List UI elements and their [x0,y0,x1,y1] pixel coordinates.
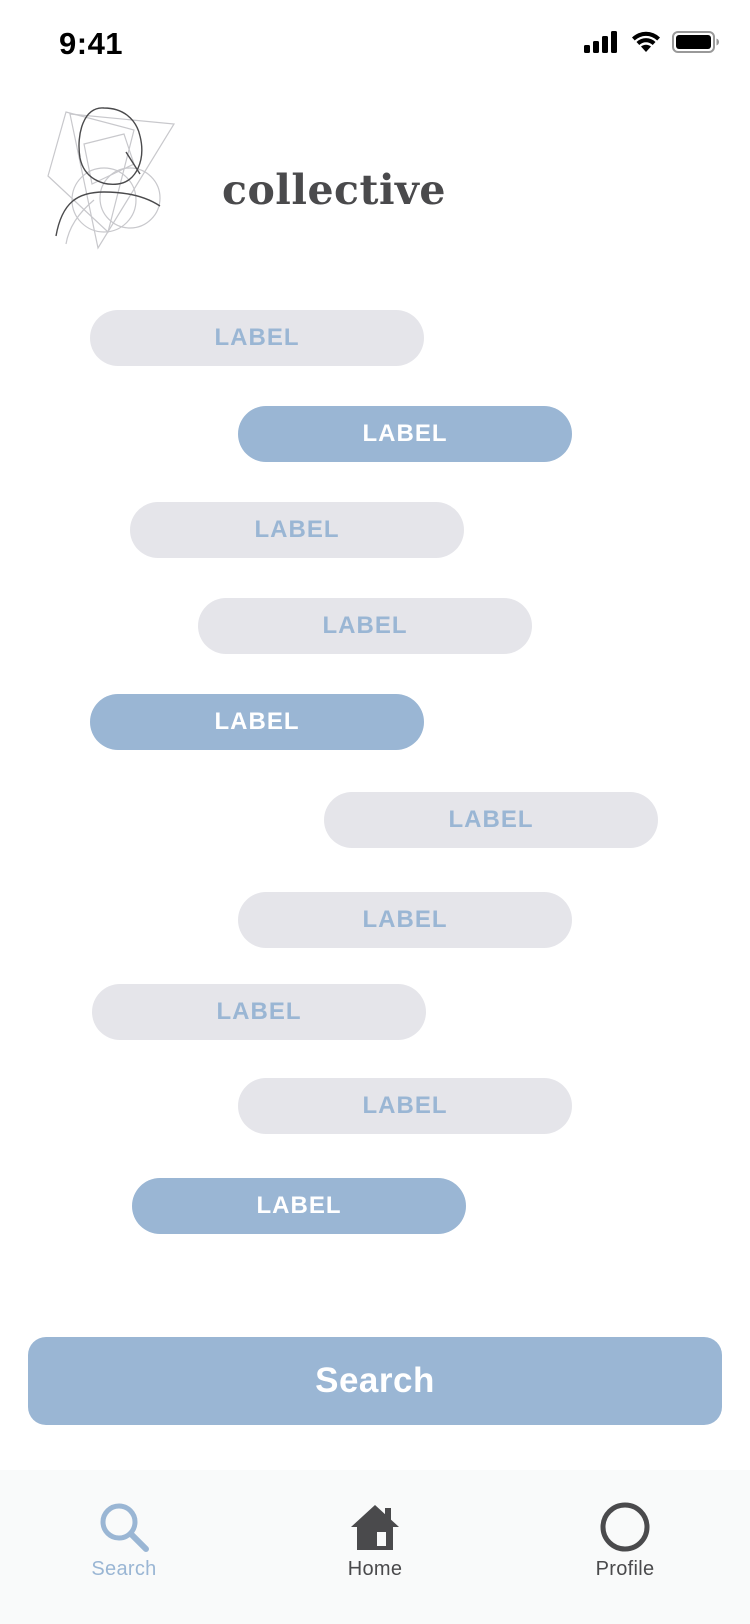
search-button[interactable]: Search [28,1337,722,1425]
status-time: 9:41 [59,26,124,61]
profile-icon [597,1500,653,1554]
logo-sketch-icon [47,107,176,250]
tag-pill[interactable]: LABEL [90,694,424,750]
tab-label: Search [91,1558,157,1580]
search-icon [96,1500,152,1554]
tag-pill[interactable]: LABEL [238,892,572,948]
brand-title: collective [222,166,446,214]
tag-pill[interactable]: LABEL [238,1078,572,1134]
tab-profile[interactable]: Profile [545,1500,705,1581]
tag-pill[interactable]: LABEL [238,406,572,462]
cellular-signal-icon [584,31,617,53]
tag-pill[interactable]: LABEL [198,598,532,654]
tag-pill[interactable]: LABEL [130,502,464,558]
tab-label: Home [347,1558,403,1580]
tag-pill[interactable]: LABEL [324,792,658,848]
status-bar: 9:41 [0,0,750,90]
battery-icon [672,31,719,53]
tab-home[interactable]: Home [295,1500,455,1581]
tag-pill[interactable]: LABEL [90,310,424,366]
tag-pill[interactable]: LABEL [92,984,426,1040]
home-icon [347,1500,403,1554]
wifi-icon [632,31,660,52]
tag-pill[interactable]: LABEL [132,1178,466,1234]
status-icons [584,30,720,54]
tab-bar: Search Home Profile [0,1470,750,1624]
tab-label: Profile [595,1558,655,1580]
tab-search[interactable]: Search [44,1500,204,1581]
